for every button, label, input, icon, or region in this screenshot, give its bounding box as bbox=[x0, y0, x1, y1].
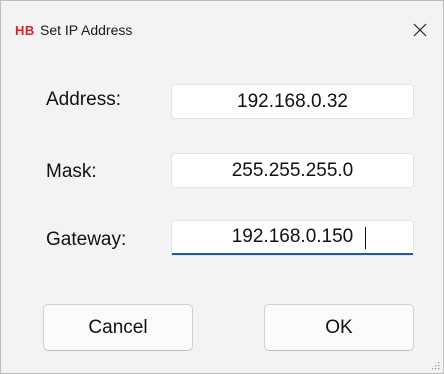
ok-button[interactable]: OK bbox=[264, 304, 414, 351]
close-icon bbox=[413, 23, 427, 37]
gateway-input[interactable] bbox=[172, 221, 413, 255]
cancel-button[interactable]: Cancel bbox=[43, 304, 193, 351]
mask-input[interactable] bbox=[172, 154, 413, 187]
close-button[interactable] bbox=[397, 1, 443, 59]
set-ip-address-dialog: HB Set IP Address Address: Mask: Gateway… bbox=[0, 0, 444, 374]
resize-grip-icon[interactable] bbox=[430, 360, 440, 370]
title-bar: HB Set IP Address bbox=[1, 1, 443, 59]
text-caret bbox=[365, 227, 366, 249]
gateway-label: Gateway: bbox=[46, 229, 127, 250]
window-title: Set IP Address bbox=[40, 22, 133, 38]
address-label: Address: bbox=[46, 89, 121, 110]
app-logo: HB bbox=[15, 23, 35, 38]
mask-label: Mask: bbox=[46, 161, 97, 182]
address-input[interactable] bbox=[172, 85, 413, 118]
